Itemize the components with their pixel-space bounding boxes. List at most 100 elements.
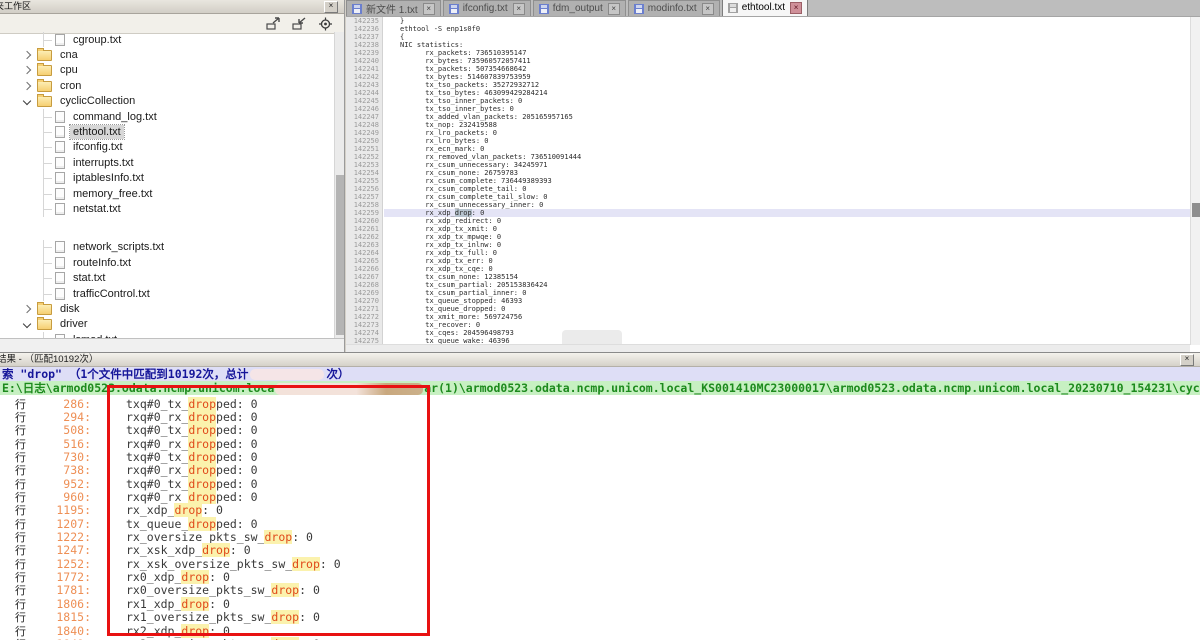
tab-ethtool.txt[interactable]: ethtool.txt ×: [722, 0, 808, 16]
search-result-row[interactable]: 行1222:rx_oversize_pkts_sw_drop: 0: [0, 530, 1200, 543]
chevron-right-icon[interactable]: [23, 66, 31, 74]
result-file-path-line[interactable]: E:\日志\armod0523.odata.ncmp.unicom.locaar…: [0, 381, 1200, 395]
line-number: 142236: [346, 25, 379, 33]
chevron-right-icon[interactable]: [23, 305, 31, 313]
file-icon: [55, 241, 65, 253]
tree-folder-driver[interactable]: driver: [0, 317, 334, 332]
search-result-row[interactable]: 行1247:rx_xsk_xdp_drop: 0: [0, 544, 1200, 557]
search-result-row[interactable]: 行960:rxq#0_rx_dropped: 0: [0, 490, 1200, 503]
results-close-icon[interactable]: ×: [1180, 354, 1194, 366]
tab-label: fdm_output: [553, 3, 603, 14]
tree-file-routeInfo.txt[interactable]: routeInfo.txt: [0, 255, 334, 270]
search-result-row[interactable]: 行294:rxq#0_rx_dropped: 0: [0, 410, 1200, 423]
tab-ifconfig.txt[interactable]: ifconfig.txt ×: [443, 0, 531, 16]
tree-scrollbar-thumb[interactable]: [336, 175, 344, 335]
search-summary-line[interactable]: 索 "drop" （1个文件中匹配到10192次，总计次）: [0, 367, 1200, 381]
line-number: 142265: [346, 257, 379, 265]
result-text: rx1_xdp_drop: 0: [126, 597, 230, 611]
app-window: 夹工作区 × cgroup.txtcnacpucroncyclicCollect…: [0, 0, 1200, 640]
match-highlight: drop: [202, 543, 230, 557]
tab-close-icon[interactable]: ×: [423, 3, 435, 15]
tree-file-ifconfig.txt[interactable]: ifconfig.txt: [0, 140, 334, 155]
tab-close-icon[interactable]: ×: [513, 3, 525, 15]
search-result-row[interactable]: 行1772:rx0_xdp_drop: 0: [0, 570, 1200, 583]
chevron-down-icon[interactable]: [23, 97, 31, 105]
tree-folder-cpu[interactable]: cpu: [0, 63, 334, 78]
search-result-row[interactable]: 行1840:rx2_xdp_drop: 0: [0, 624, 1200, 637]
chevron-right-icon[interactable]: [23, 82, 31, 90]
tree-file-memory_free.txt[interactable]: memory_free.txt: [0, 186, 334, 201]
text-editor[interactable]: 1422351422361422371422381422391422401422…: [346, 17, 1200, 352]
file-icon: [55, 34, 65, 46]
line-number: 142245: [346, 97, 379, 105]
tree-file-trafficControl.txt[interactable]: trafficControl.txt: [0, 286, 334, 301]
editor-vertical-scrollbar[interactable]: [1190, 17, 1200, 345]
result-line-number: 960:: [29, 490, 91, 504]
search-result-row[interactable]: 行1252:rx_xsk_oversize_pkts_sw_drop: 0: [0, 557, 1200, 570]
expand-all-icon[interactable]: [265, 16, 282, 31]
editor-content[interactable]: }ethtool -S enp1s0f0{NIC statistics: rx_…: [384, 17, 1190, 345]
saved-file-icon: [728, 3, 738, 13]
tree-file-interrupts.txt[interactable]: interrupts.txt: [0, 155, 334, 170]
result-line-number: 952:: [29, 477, 91, 491]
search-result-row[interactable]: 行286:txq#0_tx_dropped: 0: [0, 397, 1200, 410]
result-line-number: 294:: [29, 410, 91, 424]
code-line: tx_bytes: 514607839753959: [384, 73, 1190, 81]
search-result-row[interactable]: 行1781:rx0_oversize_pkts_sw_drop: 0: [0, 584, 1200, 597]
tree-file-netstat.txt[interactable]: netstat.txt: [0, 201, 334, 216]
locate-current-file-icon[interactable]: [317, 16, 334, 31]
line-number: 142252: [346, 153, 379, 161]
tab--1.txt[interactable]: 新文件 1.txt ×: [346, 0, 441, 16]
tab-fdm_output[interactable]: fdm_output ×: [533, 0, 626, 16]
code-line: rx_csum_complete: 736449389393: [384, 177, 1190, 185]
line-number: 142259: [346, 209, 379, 217]
tree-file-iptablesInfo.txt[interactable]: iptablesInfo.txt: [0, 171, 334, 186]
tab-close-icon[interactable]: ×: [608, 3, 620, 15]
result-text: rxq#0_rx_dropped: 0: [126, 490, 258, 504]
line-number: 142254: [346, 169, 379, 177]
results-panel-title: 结果 - （匹配10192次）: [0, 354, 98, 365]
search-result-row[interactable]: 行508:txq#0_tx_dropped: 0: [0, 424, 1200, 437]
workspace-panel-title: 夹工作区: [0, 1, 31, 11]
match-highlight: drop: [188, 517, 216, 531]
tree-folder-cyclicCollection[interactable]: cyclicCollection: [0, 94, 334, 109]
tree-file-stat.txt[interactable]: stat.txt: [0, 270, 334, 285]
result-text: txq#0_tx_dropped: 0: [126, 423, 258, 437]
line-number: 142273: [346, 321, 379, 329]
result-text: rx1_oversize_pkts_sw_drop: 0: [126, 610, 320, 624]
tab-modinfo.txt[interactable]: modinfo.txt ×: [628, 0, 720, 16]
search-result-row[interactable]: 行1207:tx_queue_dropped: 0: [0, 517, 1200, 530]
search-result-row[interactable]: 行1195:rx_xdp_drop: 0: [0, 504, 1200, 517]
match-highlight: drop: [188, 463, 216, 477]
tab-close-icon[interactable]: ×: [702, 3, 714, 15]
tree-horizontal-scrollbar[interactable]: [0, 338, 344, 353]
tree-file-command_log.txt[interactable]: command_log.txt: [0, 109, 334, 124]
tree-folder-cron[interactable]: cron: [0, 78, 334, 93]
collapse-all-icon[interactable]: [291, 16, 308, 31]
search-result-row[interactable]: 行1806:rx1_xdp_drop: 0: [0, 597, 1200, 610]
editor-horizontal-scrollbar[interactable]: [346, 344, 1190, 352]
tree-file-cgroup.txt[interactable]: cgroup.txt: [0, 32, 334, 47]
search-result-row[interactable]: 行952:txq#0_tx_dropped: 0: [0, 477, 1200, 490]
search-result-row[interactable]: 行738:rxq#0_rx_dropped: 0: [0, 464, 1200, 477]
folder-icon: [37, 81, 52, 92]
search-result-row[interactable]: 行516:rxq#0_rx_dropped: 0: [0, 437, 1200, 450]
result-line-number: 1195:: [29, 503, 91, 517]
line-number: 142257: [346, 193, 379, 201]
result-line-number: 1815:: [29, 610, 91, 624]
tree-file-ethtool.txt[interactable]: ethtool.txt: [0, 124, 334, 139]
editor-scrollbar-thumb[interactable]: [1192, 203, 1200, 217]
workspace-close-icon[interactable]: ×: [324, 1, 338, 13]
search-result-row[interactable]: 行730:txq#0_tx_dropped: 0: [0, 450, 1200, 463]
tree-folder-cna[interactable]: cna: [0, 47, 334, 62]
chevron-right-icon[interactable]: [23, 51, 31, 59]
tree-vertical-scrollbar[interactable]: [334, 32, 344, 338]
tree-file-network_scripts.txt[interactable]: network_scripts.txt: [0, 240, 334, 255]
search-result-row[interactable]: 行1815:rx1_oversize_pkts_sw_drop: 0: [0, 611, 1200, 624]
tree-folder-disk[interactable]: disk: [0, 301, 334, 316]
chevron-down-icon[interactable]: [23, 320, 31, 328]
line-number: 142255: [346, 177, 379, 185]
line-word-label: 行: [15, 636, 29, 640]
result-line-number: 1840:: [29, 624, 91, 638]
tab-close-icon[interactable]: ×: [790, 2, 802, 14]
